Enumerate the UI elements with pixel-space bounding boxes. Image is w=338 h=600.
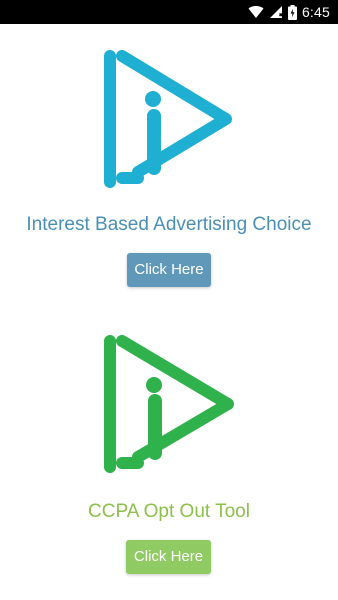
battery-charging-icon (287, 4, 297, 20)
status-time: 6:45 (301, 4, 330, 20)
signal-icon (269, 6, 283, 18)
section-title: Interest Based Advertising Choice (26, 214, 312, 235)
click-here-button[interactable]: Click Here (126, 540, 211, 574)
click-here-button[interactable]: Click Here (127, 253, 211, 287)
status-bar: 6:45 (0, 0, 338, 24)
status-icons: 6:45 (248, 3, 330, 21)
play-info-logo (104, 50, 232, 188)
section-title: CCPA Opt Out Tool (88, 501, 250, 522)
wifi-icon (248, 6, 264, 19)
play-info-logo (104, 335, 234, 473)
